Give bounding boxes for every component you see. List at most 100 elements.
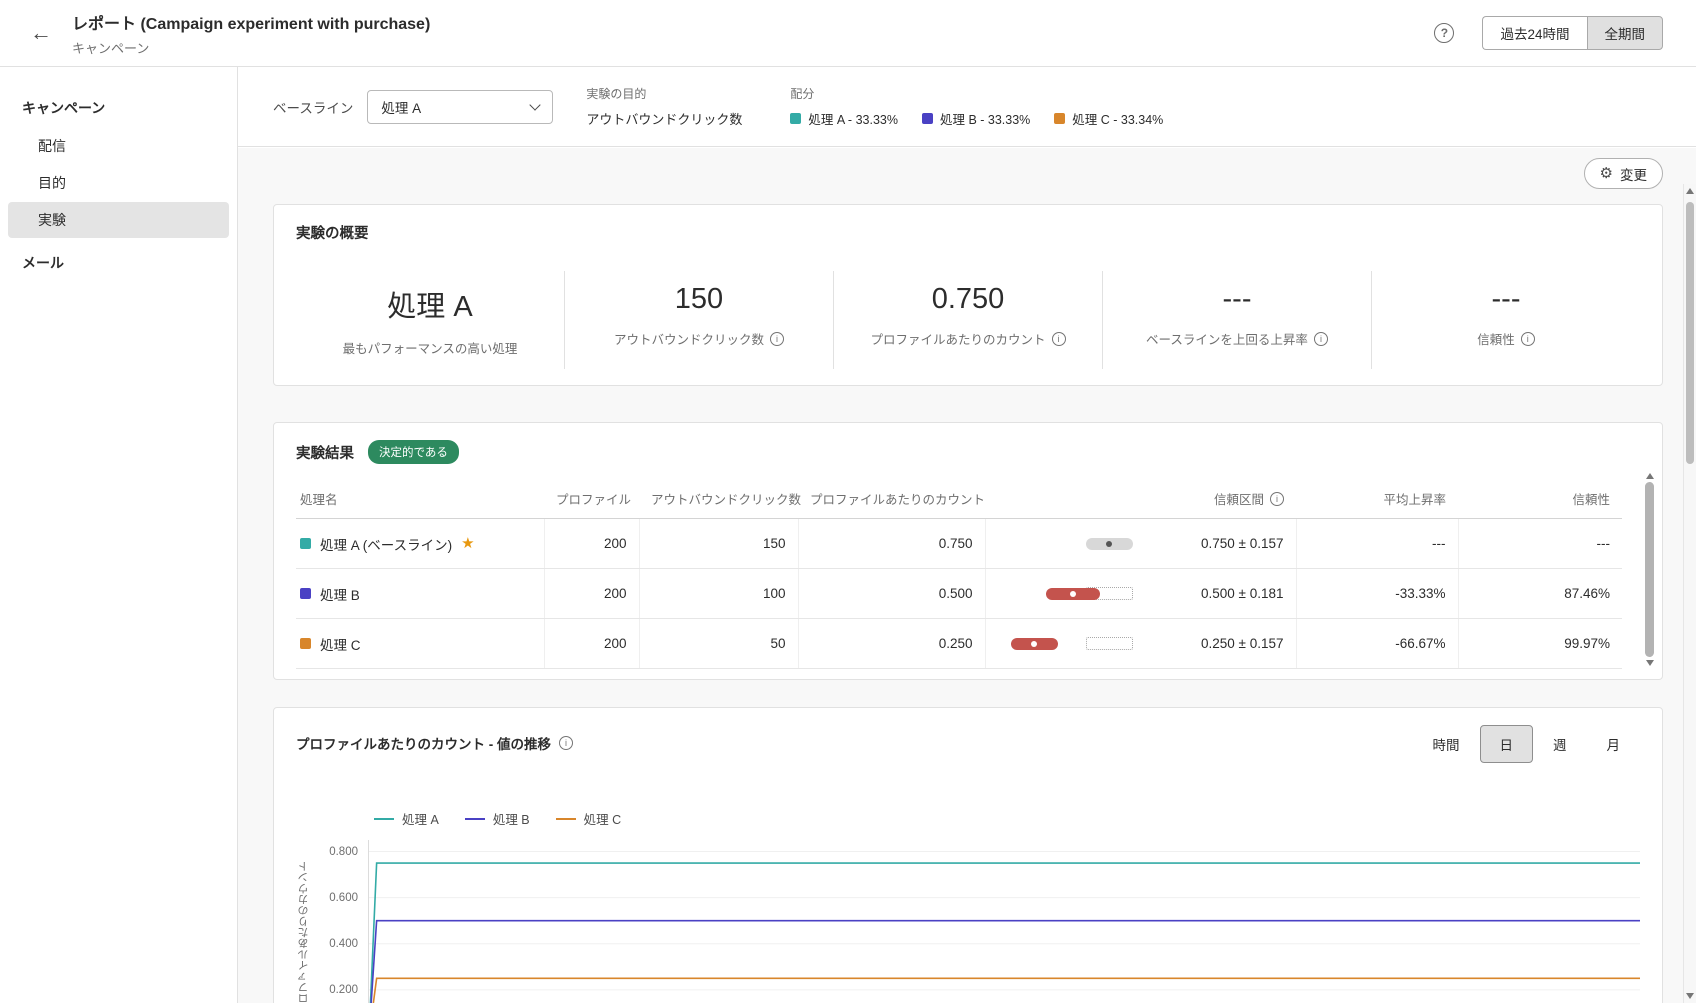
table-row-treatment-a[interactable]: 処理 A (ベースライン) ★ 200 150 0.750 0.750 ± 0.…	[296, 518, 1622, 569]
scrollbar-thumb[interactable]	[1645, 482, 1654, 657]
distribution-label-c: 処理 C - 33.34%	[1072, 113, 1164, 127]
period-button-day[interactable]: 日	[1479, 725, 1533, 763]
y-tick-label: 0.800	[329, 845, 358, 858]
chart-body: プロファイルあたりのカウント 0.200 0.400 0.600 0.800	[296, 840, 1640, 1003]
scroll-up-arrow[interactable]	[1686, 188, 1694, 194]
sidebar-item-experiment[interactable]: 実験	[8, 202, 229, 238]
confidence-interval-graphic	[998, 635, 1148, 653]
scroll-down-arrow[interactable]	[1645, 660, 1654, 666]
y-tick-label: 0.200	[329, 983, 358, 996]
legend-line-swatch	[555, 817, 576, 820]
range-button-last24h[interactable]: 過去24時間	[1482, 16, 1587, 50]
ci-column-label: 信頼区間	[1213, 493, 1264, 507]
period-button-week[interactable]: 週	[1533, 725, 1587, 763]
legend-item-treatment-a[interactable]: 処理 A	[374, 809, 439, 828]
change-button-label: 変更	[1620, 167, 1647, 183]
treatment-a-swatch	[790, 113, 802, 124]
trend-info-icon[interactable]	[559, 736, 573, 750]
range-button-alltime[interactable]: 全期間	[1586, 16, 1663, 50]
treatment-name: 処理 C	[320, 637, 361, 653]
col-count: プロファイルあたりのカウント	[798, 479, 985, 519]
legend-label: 処理 C	[583, 813, 622, 827]
period-toggle: 時間 日 週 月	[1413, 725, 1641, 763]
ci-mean-dot	[1106, 540, 1113, 547]
experiment-results-card: 実験結果 決定的である 処理名 プロファイル アウトバウンドクリック数 プロファ…	[273, 422, 1663, 680]
distribution-item-b: 処理 B - 33.33%	[921, 109, 1031, 128]
page-title: レポート (Campaign experiment with purchase)	[72, 15, 431, 33]
stat-label: プロファイルあたりのカウント	[870, 333, 1046, 347]
scrollbar-thumb[interactable]	[1686, 202, 1694, 464]
breadcrumb: キャンペーン	[72, 40, 150, 56]
change-row: ⚙ 変更	[1583, 158, 1663, 189]
baseline-select[interactable]: 処理 A	[367, 89, 554, 124]
treatment-name: 処理 B	[320, 587, 360, 603]
period-button-month[interactable]: 月	[1587, 725, 1641, 763]
info-icon[interactable]	[770, 331, 784, 346]
stat-label: 信頼性	[1477, 333, 1515, 347]
distribution-label-b: 処理 B - 33.33%	[939, 113, 1031, 127]
back-arrow-icon: ←	[30, 20, 52, 45]
legend-line-swatch	[464, 817, 485, 820]
table-row-treatment-b[interactable]: 処理 B 200 100 0.500 0.500 ± 0.181 -33.33%…	[296, 568, 1622, 619]
distribution-block: 配分 処理 A - 33.33% 処理 B - 33.33% 処理 C - 33…	[790, 85, 1163, 128]
info-icon[interactable]	[1051, 331, 1066, 346]
objective-block: 実験の目的 アウトバウンドクリック数	[586, 85, 742, 128]
treatment-c-swatch	[1054, 113, 1066, 124]
table-scrollbar[interactable]	[1643, 469, 1656, 670]
profiles-value: 200	[543, 518, 639, 569]
col-clicks: アウトバウンドクリック数	[639, 479, 801, 519]
trend-chart-svg	[369, 840, 1640, 1003]
top-header: ← レポート (Campaign experiment with purchas…	[0, 0, 1696, 67]
col-profiles: プロファイル	[544, 479, 639, 519]
scroll-up-arrow[interactable]	[1645, 473, 1654, 479]
sidebar: キャンペーン 配信 目的 実験 メール	[0, 67, 238, 1003]
info-icon[interactable]	[1313, 331, 1328, 346]
help-button[interactable]: ?	[1434, 23, 1455, 43]
main-content: ⚙ 変更 実験の概要 処理 A 最もパフォーマンスの高い処理 150 アウトバウ…	[238, 148, 1696, 1003]
treatment-color-swatch	[300, 638, 311, 649]
time-range-toggle: 過去24時間 全期間	[1482, 16, 1663, 50]
stat-best-treatment: 処理 A 最もパフォーマンスの高い処理	[296, 271, 564, 369]
baseline-selected-value: 処理 A	[381, 100, 422, 116]
distribution-label: 配分	[790, 87, 815, 101]
lift-value: -33.33%	[1295, 568, 1458, 619]
chart-legend: 処理 A 処理 B 処理 C	[374, 809, 1640, 828]
results-title: 実験結果	[296, 445, 354, 462]
sidebar-item-objective[interactable]: 目的	[8, 165, 229, 201]
experiment-control-bar: ベースライン 処理 A 実験の目的 アウトバウンドクリック数 配分 処理 A -…	[238, 67, 1696, 147]
ci-info-icon[interactable]	[1270, 491, 1284, 506]
legend-item-treatment-c[interactable]: 処理 C	[555, 809, 622, 828]
legend-item-treatment-b[interactable]: 処理 B	[464, 809, 530, 828]
ci-value: 0.750 ± 0.157	[1201, 536, 1284, 551]
change-button[interactable]: ⚙ 変更	[1583, 158, 1663, 189]
treatment-name: 処理 A (ベースライン)	[320, 537, 453, 553]
sidebar-item-delivery[interactable]: 配信	[8, 128, 229, 164]
legend-label: 処理 A	[402, 813, 439, 827]
legend-label: 処理 B	[492, 813, 530, 827]
count-value: 0.250	[797, 618, 985, 669]
info-icon[interactable]	[1520, 331, 1535, 346]
y-tick-label: 0.600	[329, 891, 358, 904]
col-treatment-name: 処理名	[296, 479, 544, 519]
gear-icon: ⚙	[1599, 165, 1613, 182]
col-average-lift: 平均上昇率	[1296, 479, 1458, 519]
back-button[interactable]: ←	[24, 20, 58, 46]
chart-header: プロファイルあたりのカウント - 値の推移 時間 日 週 月	[296, 725, 1640, 763]
count-value: 0.750	[797, 518, 985, 569]
col-confidence-interval: 信頼区間	[985, 479, 1296, 519]
stat-outbound-clicks: 150 アウトバウンドクリック数	[564, 271, 833, 369]
help-icon: ?	[1440, 26, 1449, 40]
baseline-star-icon: ★	[461, 535, 475, 552]
confidence-value: 99.97%	[1457, 618, 1622, 669]
table-row-treatment-c[interactable]: 処理 C 200 50 0.250 0.250 ± 0.157 -66.67% …	[296, 618, 1622, 669]
clicks-value: 100	[638, 568, 798, 619]
scroll-down-arrow[interactable]	[1686, 993, 1694, 999]
lift-value: -66.67%	[1295, 618, 1458, 669]
confidence-interval-graphic	[998, 535, 1148, 553]
period-button-hour[interactable]: 時間	[1413, 725, 1480, 763]
results-header: 実験結果 決定的である	[296, 440, 1640, 464]
sidebar-section-campaign: キャンペーン	[22, 100, 106, 116]
count-value: 0.500	[797, 568, 985, 619]
page-scrollbar[interactable]	[1683, 184, 1696, 1003]
distribution-item-a: 処理 A - 33.33%	[790, 109, 898, 128]
